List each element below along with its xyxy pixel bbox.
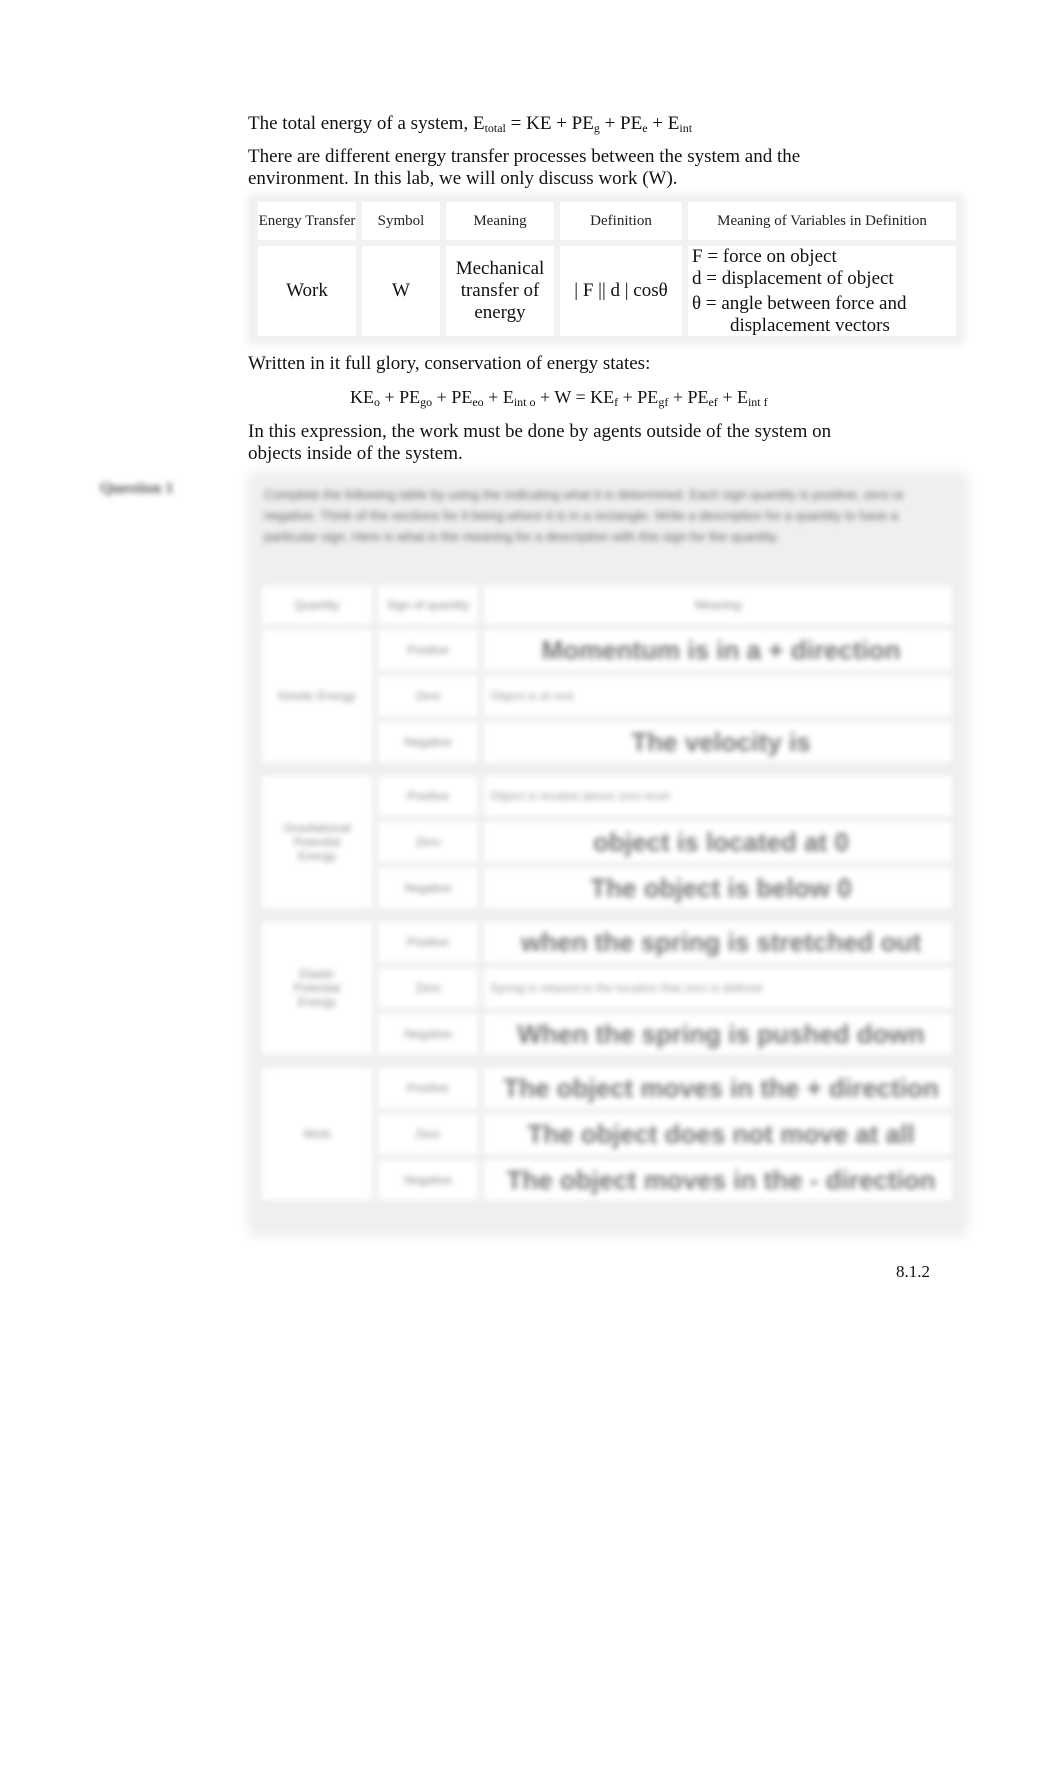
transfer-paragraph: There are different energy transfer proc… [248,146,800,190]
question-label: Question 1 [100,480,174,497]
meaning-cell: The object moves in the - direction [484,1160,952,1200]
quantity-cell: Kinetic Energy [262,630,372,762]
equation-term: KE [350,387,374,407]
subscript: eo [472,395,484,409]
variable-displacement: d = displacement of object [692,268,894,289]
total-energy-terms: = KE + PEg + PEe + Eint [506,113,692,134]
quantity-cell: Work [262,1068,372,1200]
conservation-lead: Written in it full glory, conservation o… [248,353,651,374]
question-instructions: Complete the following table by using th… [264,487,905,544]
header-variables: Meaning of Variables in Definition [688,202,956,240]
meaning-cell: when the spring is stretched out [484,922,952,962]
transfer-line-2: environment. In this lab, we will only d… [248,168,678,189]
sign-cell: Zero [378,822,478,862]
meaning-cell: The object moves in the + direction [484,1068,952,1108]
subscript: int [679,121,693,135]
header-symbol: Symbol [362,202,440,240]
sign-cell: Negative [378,1014,478,1054]
meaning-cell: When the spring is pushed down [484,1014,952,1054]
equation-term: + E [717,387,748,407]
sign-cell: Positive [378,776,478,816]
sign-cell: Zero [378,676,478,716]
subscript: int o [513,395,536,409]
meaning-cell: The object does not move at all [484,1114,952,1154]
cell-meaning: Mechanical transfer of energy [446,246,554,336]
equation-term: + W = KE [535,387,615,407]
note-line-2: objects inside of the system. [248,443,463,464]
subscript: total [484,121,506,135]
total-energy-term: + PE [599,113,643,134]
subscript: int f [747,395,768,409]
meaning-cell: Object is at rest [484,676,952,716]
conservation-note: In this expression, the work must be don… [248,421,831,465]
meaning-cell: Momentum is in a + direction [484,630,952,670]
header-energy-transfer: Energy Transfer [258,202,356,240]
sign-cell: Negative [378,868,478,908]
cell-symbol: W [362,246,440,336]
cell-energy-transfer: Work [258,246,356,336]
sign-cell: Positive [378,630,478,670]
sign-cell: Zero [378,1114,478,1154]
variable-angle-cont: displacement vectors [730,315,890,336]
page-number: 8.1.2 [896,1262,930,1281]
equation-term: + E [483,387,514,407]
sign-cell: Negative [378,722,478,762]
sign-cell: Positive [378,922,478,962]
subscript: gf [658,395,669,409]
meaning-cell: Spring is relaxed to the location that z… [484,968,952,1008]
meaning-cell: The velocity is [484,722,952,762]
subscript: ef [708,395,718,409]
energy-transfer-table: Energy Transfer Symbol Meaning Definitio… [250,196,962,342]
equation-term: + PE [668,387,709,407]
header-definition: Definition [560,202,682,240]
cell-definition: | F || d | cosθ [560,246,682,336]
note-line-1: In this expression, the work must be don… [248,421,832,442]
transfer-line-1: There are different energy transfer proc… [248,146,801,167]
equation-term: + PE [432,387,473,407]
equation-term: + PE [380,387,421,407]
total-energy-text: The total energy of a system, E [248,113,485,134]
sign-meaning-table: Quantity Sign of quantity Meaning Kineti… [262,586,952,1216]
quantity-cell: Elastic Potential Energy [262,922,372,1054]
sign-cell: Zero [378,968,478,1008]
total-energy-term: = KE + PE [505,113,594,134]
total-energy-term: + E [647,113,680,134]
variable-angle: θ = angle between force and [692,293,907,314]
equation-term: + PE [618,387,659,407]
meaning-cell: The object is below 0 [484,868,952,908]
meaning-cell: Object is located above zero level [484,776,952,816]
header-meaning: Meaning [446,202,554,240]
sign-cell: Positive [378,1068,478,1108]
conservation-equation: KEo + PEgo + PEeo + Eint o + W = KEf + P… [350,386,768,408]
total-energy-line: The total energy of a system, Etotal = K… [248,113,692,135]
cell-variables: F = force on object d = displacement of … [688,246,956,336]
header-meaning: Meaning [484,586,952,624]
variable-force: F = force on object [692,246,837,267]
header-quantity: Quantity [262,586,372,624]
sign-cell: Negative [378,1160,478,1200]
subscript: go [420,395,433,409]
quantity-cell: Gravitational Potential Energy [262,776,372,908]
meaning-cell: object is located at 0 [484,822,952,862]
header-sign: Sign of quantity [378,586,478,624]
